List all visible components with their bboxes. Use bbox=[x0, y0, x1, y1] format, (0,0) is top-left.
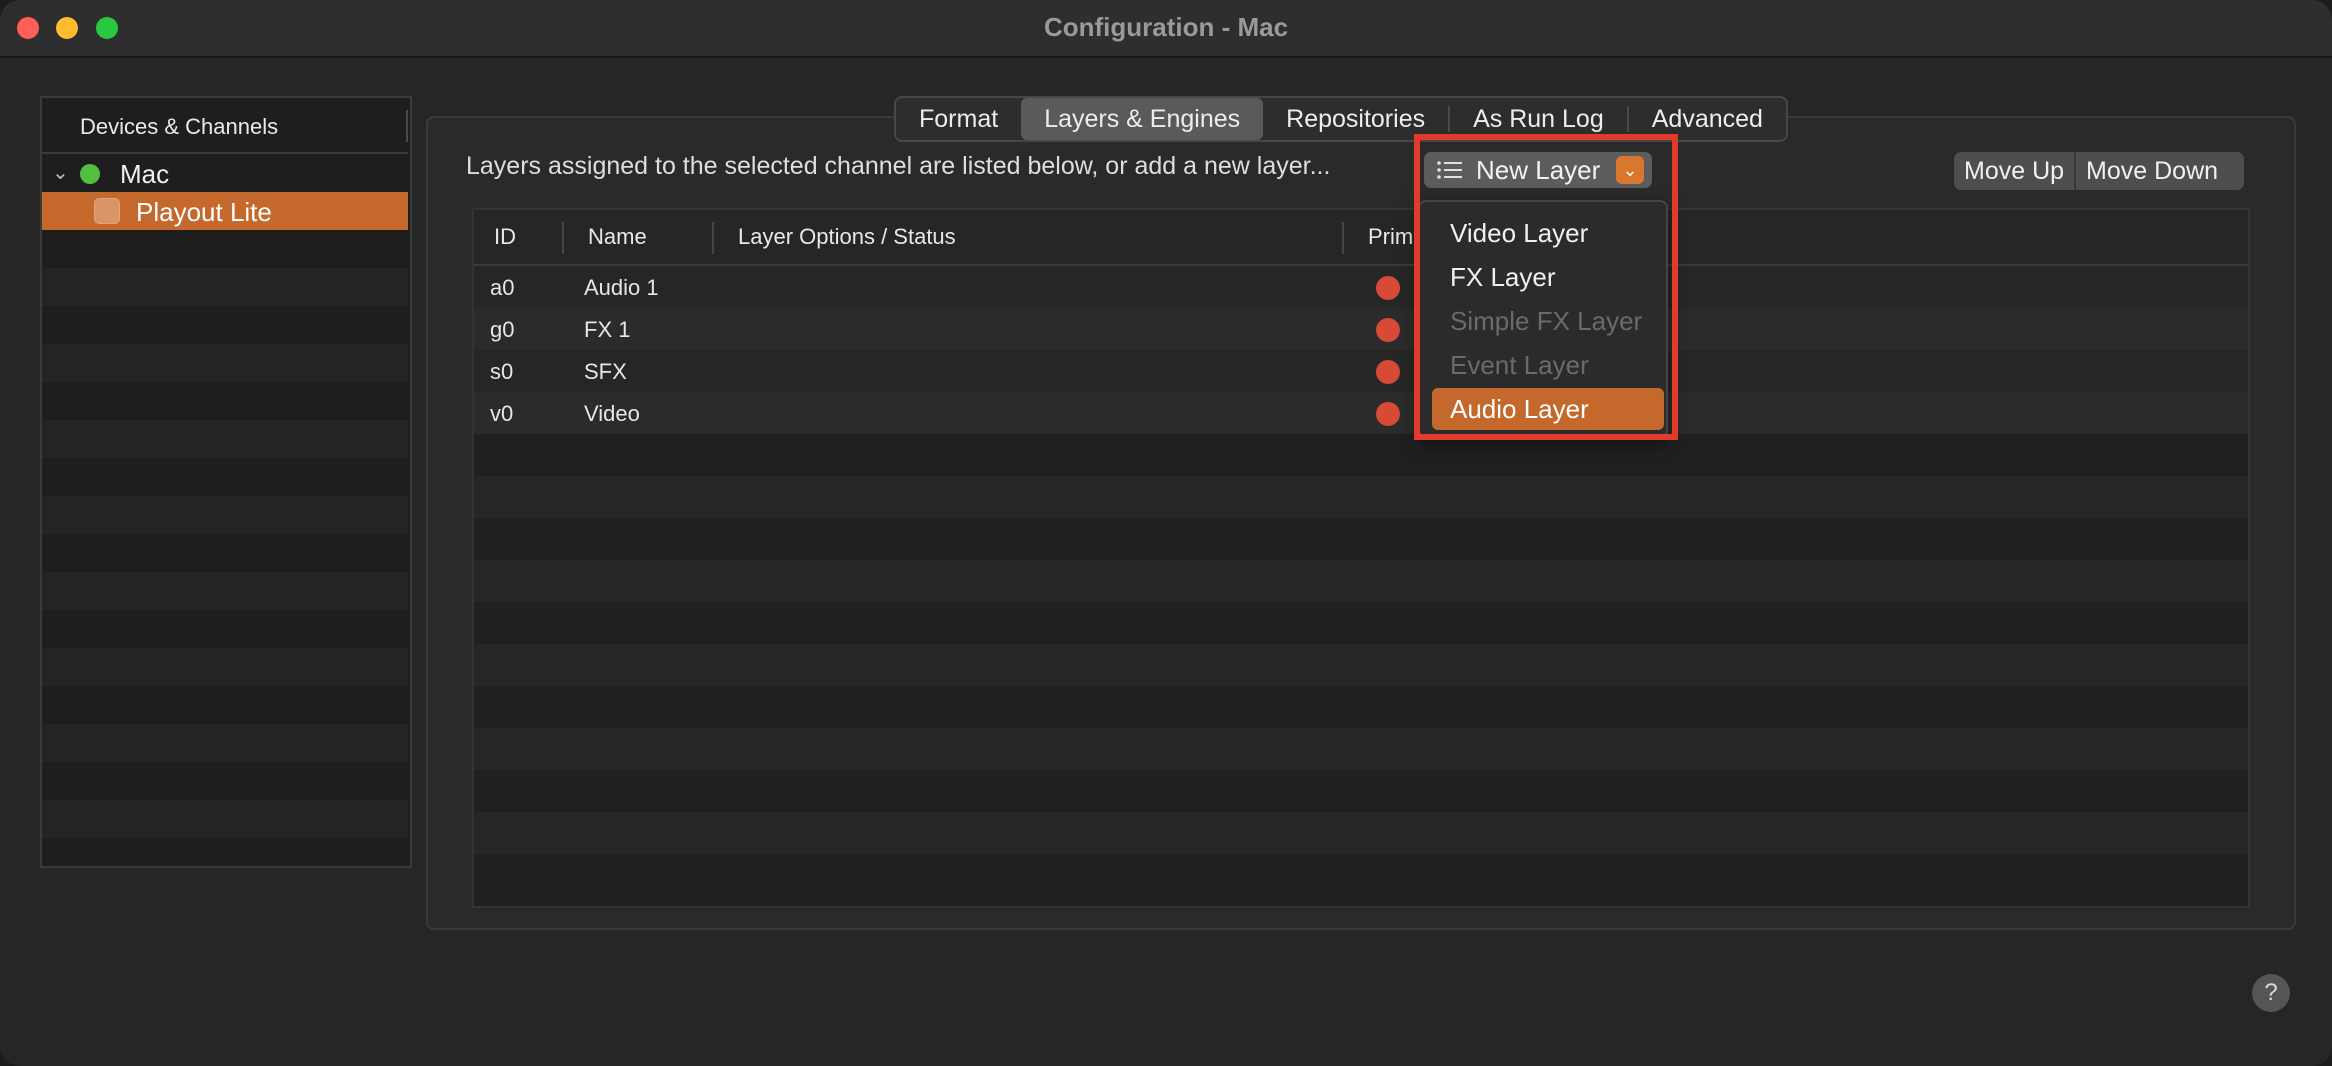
sidebar-header: Devices & Channels bbox=[42, 98, 408, 154]
status-indicator-icon bbox=[1376, 276, 1400, 300]
column-divider[interactable] bbox=[1342, 222, 1344, 254]
column-divider[interactable] bbox=[562, 222, 564, 254]
sidebar-empty-row bbox=[42, 268, 408, 306]
title-bar: Configuration - Mac bbox=[0, 0, 2332, 58]
table-row[interactable]: s0 SFX bbox=[474, 350, 2248, 392]
sidebar-item-mac[interactable]: ⌄ Mac bbox=[42, 154, 408, 192]
sidebar-empty-row bbox=[42, 382, 408, 420]
sidebar-empty-row bbox=[42, 306, 408, 344]
channel-checkbox[interactable] bbox=[94, 198, 120, 224]
layer-id: g0 bbox=[490, 317, 515, 342]
sidebar-empty-row bbox=[42, 420, 408, 458]
empty-row bbox=[474, 434, 2248, 476]
table-header: ID Name Layer Options / Status Prim bbox=[474, 210, 2248, 266]
tab-layers-engines[interactable]: Layers & Engines bbox=[1021, 98, 1264, 140]
column-header-options[interactable]: Layer Options / Status bbox=[738, 224, 956, 250]
column-divider[interactable] bbox=[712, 222, 714, 254]
sidebar-empty-row bbox=[42, 344, 408, 382]
sidebar-empty-row bbox=[42, 534, 408, 572]
layers-table: ID Name Layer Options / Status Prim a0 A… bbox=[472, 208, 2250, 908]
device-label: Mac bbox=[120, 159, 170, 189]
status-indicator-icon bbox=[1376, 402, 1400, 426]
layer-id: a0 bbox=[490, 275, 515, 300]
devices-sidebar: Devices & Channels ⌄ Mac Playout Lite bbox=[40, 96, 412, 868]
column-divider[interactable] bbox=[406, 110, 408, 142]
column-header-name[interactable]: Name bbox=[588, 224, 647, 250]
layer-name: Video bbox=[584, 401, 640, 426]
column-header-id[interactable]: ID bbox=[494, 224, 516, 250]
sidebar-empty-row bbox=[42, 800, 408, 838]
table-row[interactable]: a0 Audio 1 bbox=[474, 266, 2248, 308]
reorder-buttons: Move Up Move Down bbox=[1954, 152, 2244, 190]
channel-label: Playout Lite bbox=[136, 197, 272, 227]
layer-name: SFX bbox=[584, 359, 627, 384]
chevron-down-icon[interactable]: ⌄ bbox=[52, 160, 69, 185]
sidebar-item-playout-lite[interactable]: Playout Lite bbox=[42, 192, 408, 230]
column-header-primary[interactable]: Prim bbox=[1368, 224, 1413, 250]
empty-row bbox=[474, 644, 2248, 686]
empty-row bbox=[474, 518, 2248, 560]
empty-row bbox=[474, 812, 2248, 854]
layer-name: Audio 1 bbox=[584, 275, 659, 300]
sidebar-empty-row bbox=[42, 724, 408, 762]
sidebar-empty-row bbox=[42, 686, 408, 724]
empty-row bbox=[474, 560, 2248, 602]
help-button[interactable]: ? bbox=[2252, 974, 2290, 1012]
sidebar-empty-row bbox=[42, 458, 408, 496]
empty-row bbox=[474, 476, 2248, 518]
empty-row bbox=[474, 686, 2248, 728]
sidebar-empty-row bbox=[42, 610, 408, 648]
sidebar-empty-row bbox=[42, 230, 408, 268]
empty-row bbox=[474, 728, 2248, 770]
sidebar-empty-row bbox=[42, 648, 408, 686]
move-down-button[interactable]: Move Down bbox=[2076, 152, 2228, 190]
table-row[interactable]: g0 FX 1 bbox=[474, 308, 2248, 350]
layer-id: s0 bbox=[490, 359, 514, 384]
sidebar-empty-row bbox=[42, 838, 408, 866]
device-status-icon bbox=[80, 164, 100, 184]
layer-id: v0 bbox=[490, 401, 514, 426]
move-up-button[interactable]: Move Up bbox=[1954, 152, 2074, 190]
status-indicator-icon bbox=[1376, 318, 1400, 342]
status-indicator-icon bbox=[1376, 360, 1400, 384]
layers-info-text: Layers assigned to the selected channel … bbox=[466, 152, 1331, 180]
window-title: Configuration - Mac bbox=[1043, 12, 1289, 42]
sidebar-empty-row bbox=[42, 496, 408, 534]
configuration-window: Configuration - Mac Devices & Channels ⌄… bbox=[0, 0, 2332, 1066]
annotation-highlight-box bbox=[1414, 134, 1678, 440]
tab-format[interactable]: Format bbox=[896, 98, 1021, 140]
sidebar-header-label: Devices & Channels bbox=[80, 114, 279, 139]
empty-row bbox=[474, 602, 2248, 644]
sidebar-empty-row bbox=[42, 762, 408, 800]
layer-name: FX 1 bbox=[584, 317, 631, 342]
empty-row bbox=[474, 770, 2248, 812]
sidebar-empty-row bbox=[42, 572, 408, 610]
table-row[interactable]: v0 Video bbox=[474, 392, 2248, 434]
empty-row bbox=[474, 854, 2248, 896]
